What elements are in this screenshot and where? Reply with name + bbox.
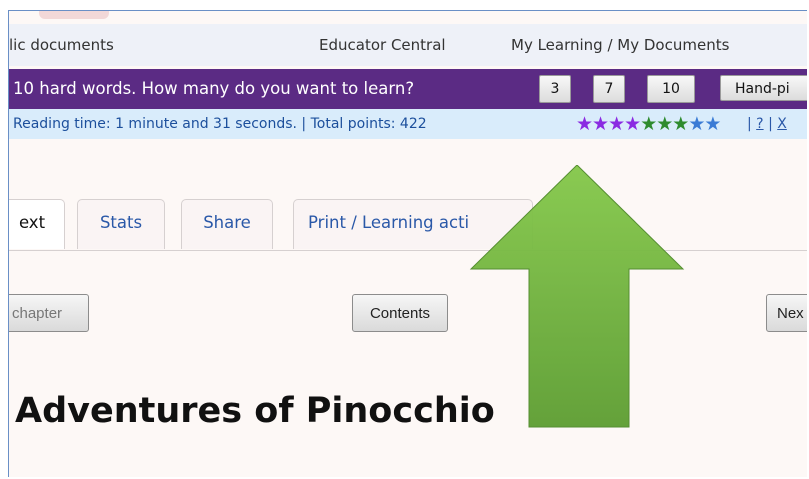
app-frame: lic documents Educator Central My Learni…: [8, 10, 807, 477]
star-icon: ★: [688, 113, 705, 135]
hard-words-question: 10 hard words. How many do you want to l…: [13, 79, 415, 98]
reading-time-points: Reading time: 1 minute and 31 seconds. |…: [13, 116, 427, 132]
star-icon: ★: [704, 113, 721, 135]
star-icon: ★: [672, 113, 689, 135]
star-icon: ★: [624, 113, 641, 135]
tab-stats[interactable]: Stats: [77, 199, 165, 249]
hard-words-bar: 10 hard words. How many do you want to l…: [9, 69, 807, 109]
up-arrow-icon: [469, 165, 685, 428]
top-navbar: lic documents Educator Central My Learni…: [9, 24, 807, 66]
nav-educator-central[interactable]: Educator Central: [319, 36, 446, 54]
star-icon: ★: [608, 113, 625, 135]
learn-10-button[interactable]: 10: [647, 75, 695, 103]
next-chapter-button[interactable]: Nex: [766, 294, 807, 332]
reading-info-bar: Reading time: 1 minute and 31 seconds. |…: [9, 109, 807, 139]
previous-chapter-button[interactable]: chapter: [9, 294, 89, 332]
tab-text[interactable]: ext: [9, 199, 65, 249]
document-title: Adventures of Pinocchio: [15, 391, 495, 431]
close-link[interactable]: X: [777, 116, 787, 132]
top-tab-stub: [39, 11, 109, 19]
tabs-divider: [9, 250, 807, 251]
nav-my-learning[interactable]: My Learning / My Documents: [511, 36, 729, 54]
learn-3-button[interactable]: 3: [539, 75, 571, 103]
star-icon: ★: [656, 113, 673, 135]
contents-button[interactable]: Contents: [352, 294, 448, 332]
info-links: | ? | X: [747, 116, 787, 132]
hand-picked-button[interactable]: Hand-pi: [720, 75, 807, 101]
learn-7-button[interactable]: 7: [593, 75, 625, 103]
star-rating: ★★★★★★★★★: [576, 113, 721, 135]
document-tabs: ext Stats Share Print / Learning acti: [9, 199, 807, 251]
star-icon: ★: [592, 113, 609, 135]
help-link[interactable]: ?: [756, 116, 763, 132]
tab-share[interactable]: Share: [181, 199, 273, 249]
separator: |: [747, 116, 757, 132]
nav-public-documents[interactable]: lic documents: [9, 36, 114, 54]
star-icon: ★: [640, 113, 657, 135]
star-icon: ★: [576, 113, 593, 135]
separator: |: [768, 116, 778, 132]
